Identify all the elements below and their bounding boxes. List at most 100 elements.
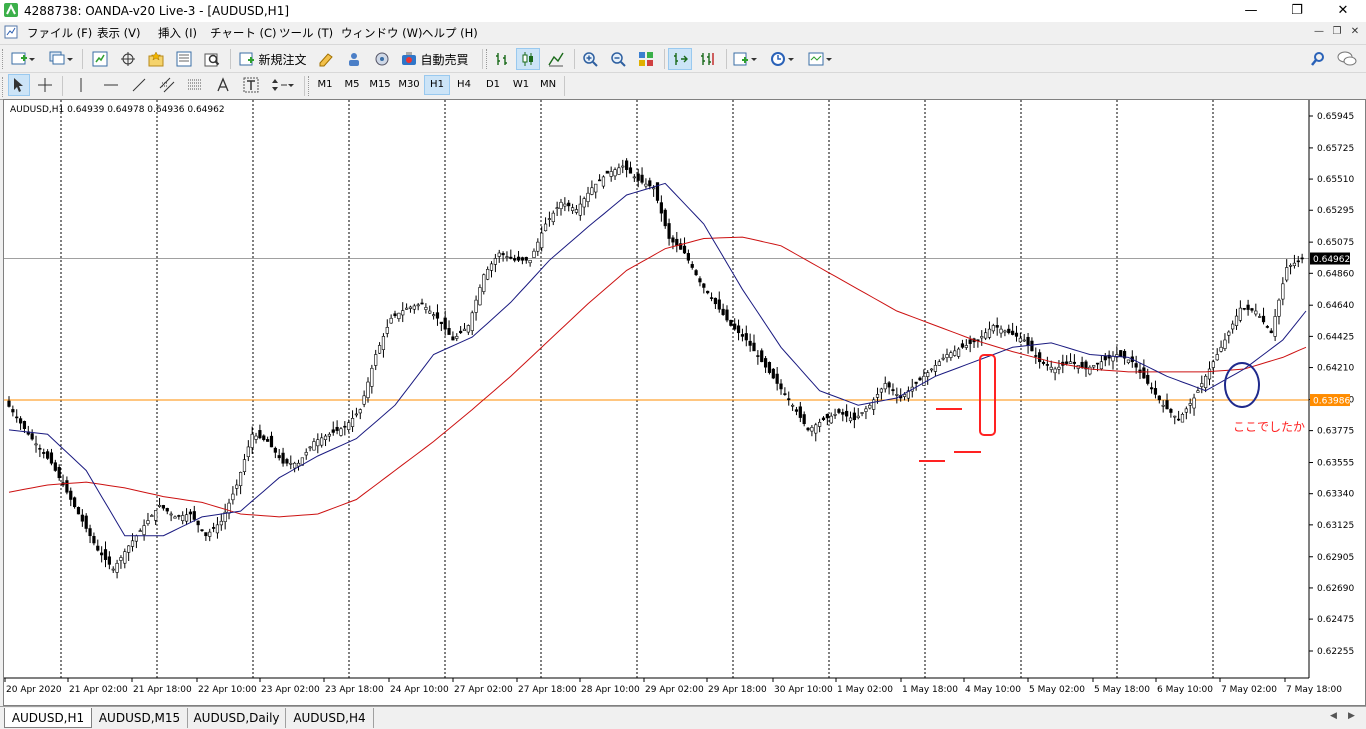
timeframe-m5[interactable]: M5 <box>339 75 365 95</box>
strategy-tester-button[interactable] <box>200 48 224 70</box>
line-chart-icon <box>548 52 564 67</box>
market-watch-button[interactable] <box>88 48 112 70</box>
timeframe-m15[interactable]: M15 <box>366 75 394 95</box>
candle-body <box>142 525 146 535</box>
menu-help[interactable]: ヘルプ (H) <box>422 25 478 41</box>
candle-body <box>771 368 775 379</box>
bar-chart-icon <box>496 53 507 65</box>
maximize-button[interactable]: ❐ <box>1274 0 1320 22</box>
auto-trading-button[interactable]: 自動売買 <box>398 48 472 70</box>
text-tool-button[interactable] <box>212 74 234 96</box>
candle-body <box>435 312 440 319</box>
candle-body <box>184 514 189 522</box>
timeframe-h4[interactable]: H4 <box>451 75 477 95</box>
timeframe-h1[interactable]: H1 <box>424 75 450 95</box>
candle-body <box>1161 404 1165 407</box>
chat-button[interactable] <box>1334 48 1360 70</box>
horizontal-line-tool-button[interactable] <box>100 74 122 96</box>
tile-windows-button[interactable] <box>634 48 658 70</box>
zoom-out-button[interactable] <box>606 48 630 70</box>
candle-body <box>740 334 745 337</box>
candle-body <box>285 459 289 464</box>
indicators-button[interactable] <box>730 48 760 70</box>
price-chart[interactable]: 0.65945 0.65725 0.65510 0.65295 0.65075 0.648… <box>4 100 1365 705</box>
tab-audusd-daily[interactable]: AUDUSD,Daily <box>188 708 286 728</box>
tab-audusd-h1[interactable]: AUDUSD,H1 <box>4 708 92 728</box>
time-label: 5 May 02:00 <box>1029 685 1085 695</box>
vertical-line-tool-button[interactable] <box>70 74 92 96</box>
candle-body <box>123 551 127 564</box>
equidistant-channel-tool-button[interactable] <box>156 74 178 96</box>
candle-body <box>987 328 992 338</box>
fibonacci-tool-button[interactable] <box>184 74 206 96</box>
candle-body <box>779 383 783 390</box>
candle-body <box>38 448 42 450</box>
candle-body <box>323 435 328 440</box>
new-chart-button[interactable] <box>8 48 38 70</box>
menu-insert[interactable]: 挿入 (I) <box>158 25 197 41</box>
candle-body <box>682 245 687 254</box>
mdi-restore-icon[interactable]: ❐ <box>1330 25 1344 39</box>
timeframe-mn[interactable]: MN <box>535 75 561 95</box>
menu-tools[interactable]: ツール (T) <box>279 25 333 41</box>
bar-chart-button[interactable] <box>490 48 514 70</box>
candle-body <box>49 452 54 464</box>
candle-body <box>1215 354 1219 361</box>
chart-window[interactable]: 0.65945 0.65725 0.65510 0.65295 0.65075 0.648… <box>3 99 1366 706</box>
trendline-tool-button[interactable] <box>128 74 150 96</box>
periods-button[interactable] <box>766 48 798 70</box>
candle-body <box>455 336 459 339</box>
candle-body <box>914 381 918 384</box>
candle-body <box>879 388 883 393</box>
text-label-icon <box>243 77 259 93</box>
community-button[interactable] <box>342 48 366 70</box>
candle-body <box>752 342 756 352</box>
time-label: 4 May 10:00 <box>965 685 1021 695</box>
terminal-button[interactable] <box>172 48 196 70</box>
cursor-icon <box>14 78 23 92</box>
candlestick-chart-button[interactable] <box>516 48 540 70</box>
mdi-close-icon[interactable]: ✕ <box>1348 25 1362 39</box>
arrows-tool-button[interactable] <box>266 74 298 96</box>
candle-body <box>474 299 478 313</box>
cursor-tool-button[interactable] <box>8 74 30 96</box>
candle-body <box>1261 315 1266 323</box>
timeframe-m1[interactable]: M1 <box>312 75 338 95</box>
menu-view[interactable]: 表示 (V) <box>97 25 141 41</box>
menu-file[interactable]: ファイル (F) <box>27 25 92 41</box>
timeframe-m30[interactable]: M30 <box>395 75 423 95</box>
text-label-tool-button[interactable] <box>240 74 262 96</box>
mdi-minimize-icon[interactable]: — <box>1312 25 1326 39</box>
close-button[interactable]: ✕ <box>1320 0 1366 22</box>
tab-audusd-m15[interactable]: AUDUSD,M15 <box>92 708 188 728</box>
candle-body <box>1065 361 1069 364</box>
tab-scroll-right-icon[interactable]: ▶ <box>1348 711 1355 721</box>
menu-window[interactable]: ウィンドウ (W) <box>341 25 423 41</box>
new-order-button[interactable]: 新規注文 <box>236 48 310 70</box>
candle-body <box>377 345 382 354</box>
star-folder-icon <box>148 51 164 67</box>
timeframe-d1[interactable]: D1 <box>480 75 506 95</box>
candle-body <box>103 549 108 560</box>
data-window-button[interactable] <box>116 48 140 70</box>
metaeditor-button[interactable] <box>314 48 338 70</box>
tab-scroll-left-icon[interactable]: ◀ <box>1330 711 1337 721</box>
profiles-button[interactable] <box>46 48 76 70</box>
templates-button[interactable] <box>804 48 836 70</box>
zoom-in-button[interactable] <box>578 48 602 70</box>
auto-scroll-button[interactable] <box>668 48 692 70</box>
navigator-button[interactable] <box>144 48 168 70</box>
search-button[interactable] <box>1306 48 1330 70</box>
menu-chart[interactable]: チャート (C) <box>210 25 277 41</box>
chart-shift-button[interactable] <box>696 48 720 70</box>
line-chart-button[interactable] <box>544 48 568 70</box>
candle-body <box>296 462 301 467</box>
crosshair-tool-button[interactable] <box>34 74 56 96</box>
timeframe-w1[interactable]: W1 <box>508 75 534 95</box>
minimize-button[interactable]: — <box>1228 0 1274 22</box>
signals-button[interactable] <box>370 48 394 70</box>
chart-tabs: AUDUSD,H1 AUDUSD,M15 AUDUSD,Daily AUDUSD… <box>0 706 1366 729</box>
candle-body <box>1072 361 1076 364</box>
tab-audusd-h4[interactable]: AUDUSD,H4 <box>286 708 374 728</box>
standard-toolbar: 新規注文 自動売買 <box>0 44 1366 73</box>
